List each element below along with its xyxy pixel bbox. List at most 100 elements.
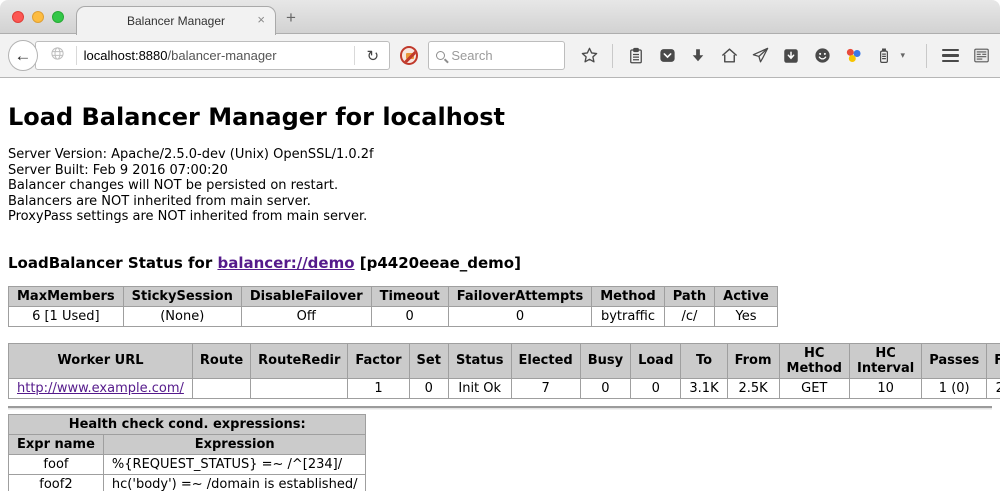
expression-cell: %{REQUEST_STATUS} =~ /^[234]/ bbox=[103, 454, 366, 474]
worker-row: http://www.example.com/ 1 0 Init Ok 7 0 … bbox=[9, 378, 1000, 398]
reading-list-icon[interactable] bbox=[625, 44, 647, 68]
page-content: Load Balancer Manager for localhost Serv… bbox=[0, 78, 1000, 491]
new-tab-button[interactable]: + bbox=[286, 8, 296, 28]
column-header: HC Method bbox=[779, 343, 849, 378]
health-table-caption: Health check cond. expressions: bbox=[9, 414, 366, 434]
table-row: foof %{REQUEST_STATUS} =~ /^[234]/ bbox=[9, 454, 366, 474]
zoom-window-button[interactable] bbox=[52, 11, 64, 23]
reload-icon[interactable]: ↻ bbox=[362, 47, 383, 65]
expression-cell: hc('body') =~ /domain is established/ bbox=[103, 474, 366, 491]
balancer-settings-table: MaxMembers StickySession DisableFailover… bbox=[8, 286, 778, 327]
downloads-icon[interactable] bbox=[687, 44, 709, 68]
column-header: MaxMembers bbox=[9, 286, 124, 306]
navigation-toolbar: ← localhost:8880/balancer-manager ↻ bbox=[0, 34, 1000, 78]
maxmembers-cell: 6 [1 Used] bbox=[9, 306, 124, 326]
failoverattempts-cell: 0 bbox=[448, 306, 592, 326]
status-heading-suffix: [p4420eeae_demo] bbox=[355, 254, 521, 272]
bookmark-star-icon[interactable] bbox=[578, 44, 600, 68]
load-cell: 0 bbox=[631, 378, 681, 398]
column-header: DisableFailover bbox=[241, 286, 371, 306]
tab-balancer-manager[interactable]: Balancer Manager × bbox=[76, 6, 276, 35]
column-header: Expr name bbox=[9, 434, 104, 454]
column-header: Busy bbox=[580, 343, 630, 378]
search-bar[interactable] bbox=[428, 41, 565, 70]
table-header-row: Expr name Expression bbox=[9, 434, 366, 454]
table-header-row: MaxMembers StickySession DisableFailover… bbox=[9, 286, 778, 306]
from-cell: 2.5K bbox=[727, 378, 779, 398]
column-header: Passes bbox=[922, 343, 987, 378]
column-header: FailoverAttempts bbox=[448, 286, 592, 306]
url-domain: localhost:8880 bbox=[84, 48, 168, 63]
balancer-demo-link[interactable]: balancer://demo bbox=[217, 254, 354, 272]
back-button[interactable]: ← bbox=[8, 40, 38, 71]
column-header: To bbox=[681, 343, 727, 378]
disablefailover-cell: Off bbox=[241, 306, 371, 326]
busy-cell: 0 bbox=[580, 378, 630, 398]
column-header: HC Interval bbox=[849, 343, 921, 378]
chat-smiley-icon[interactable] bbox=[811, 44, 833, 68]
timeout-cell: 0 bbox=[371, 306, 448, 326]
menu-hamburger-icon[interactable] bbox=[939, 44, 961, 68]
tab-bar: Balancer Manager × + bbox=[0, 0, 1000, 34]
toolbar-divider bbox=[926, 44, 927, 68]
column-header: Worker URL bbox=[9, 343, 193, 378]
page-layout-extension-icon[interactable] bbox=[970, 44, 992, 68]
expr-name-cell: foof bbox=[9, 454, 104, 474]
passes-cell: 1 (0) bbox=[922, 378, 987, 398]
search-icon bbox=[436, 51, 445, 60]
column-header: Status bbox=[448, 343, 511, 378]
server-built-line: Server Built: Feb 9 2016 07:00:20 bbox=[8, 163, 992, 179]
column-header: Expression bbox=[103, 434, 366, 454]
to-cell: 3.1K bbox=[681, 378, 727, 398]
url-path: /balancer-manager bbox=[168, 48, 277, 63]
close-window-button[interactable] bbox=[12, 11, 24, 23]
loadbalancer-status-heading: LoadBalancer Status for balancer://demo … bbox=[8, 254, 992, 272]
table-row: foof2 hc('body') =~ /domain is establish… bbox=[9, 474, 366, 491]
search-input[interactable] bbox=[451, 48, 557, 63]
minimize-window-button[interactable] bbox=[32, 11, 44, 23]
globe-icon bbox=[50, 46, 65, 66]
send-plane-icon[interactable] bbox=[749, 44, 771, 68]
colored-dots-extension-icon[interactable] bbox=[842, 44, 864, 68]
window-controls bbox=[12, 11, 64, 23]
column-header: Set bbox=[409, 343, 448, 378]
status-heading-prefix: LoadBalancer Status for bbox=[8, 254, 217, 272]
inherit-notice-line: Balancers are NOT inherited from main se… bbox=[8, 194, 992, 210]
column-header: Fails bbox=[987, 343, 1000, 378]
toolbar-divider bbox=[612, 44, 613, 68]
server-info: Server Version: Apache/2.5.0-dev (Unix) … bbox=[8, 147, 992, 225]
active-cell: Yes bbox=[715, 306, 778, 326]
tab-title: Balancer Manager bbox=[127, 14, 225, 28]
column-header: Load bbox=[631, 343, 681, 378]
hc-method-cell: GET bbox=[779, 378, 849, 398]
hc-interval-cell: 10 bbox=[849, 378, 921, 398]
home-icon[interactable] bbox=[718, 44, 740, 68]
blocked-plugin-icon[interactable] bbox=[400, 46, 418, 65]
routeredir-cell bbox=[251, 378, 348, 398]
table-header-row: Worker URL Route RouteRedir Factor Set S… bbox=[9, 343, 1000, 378]
set-cell: 0 bbox=[409, 378, 448, 398]
column-header: Elected bbox=[511, 343, 580, 378]
close-tab-icon[interactable]: × bbox=[257, 13, 265, 27]
column-header: StickySession bbox=[123, 286, 241, 306]
column-header: From bbox=[727, 343, 779, 378]
url-text: localhost:8880/balancer-manager bbox=[84, 48, 348, 63]
fails-cell: 2 (0) bbox=[987, 378, 1000, 398]
worker-status-table: Worker URL Route RouteRedir Factor Set S… bbox=[8, 343, 1000, 399]
table-caption-row: Health check cond. expressions: bbox=[9, 414, 366, 434]
battery-extension-icon[interactable] bbox=[873, 44, 895, 68]
worker-url-link[interactable]: http://www.example.com/ bbox=[17, 381, 184, 396]
url-divider bbox=[354, 46, 355, 65]
page-title: Load Balancer Manager for localhost bbox=[8, 103, 992, 131]
section-divider bbox=[8, 406, 992, 408]
pocket-icon[interactable] bbox=[656, 44, 678, 68]
persist-notice-line: Balancer changes will NOT be persisted o… bbox=[8, 178, 992, 194]
browser-window: Balancer Manager × + ← localhost:8880/ba… bbox=[0, 0, 1000, 491]
save-to-device-icon[interactable] bbox=[780, 44, 802, 68]
stickysession-cell: (None) bbox=[123, 306, 241, 326]
toolbar-buttons: ▾ bbox=[578, 44, 992, 68]
factor-cell: 1 bbox=[348, 378, 409, 398]
chevron-down-icon[interactable]: ▾ bbox=[900, 50, 905, 61]
url-bar[interactable]: localhost:8880/balancer-manager ↻ bbox=[35, 41, 390, 70]
server-version-line: Server Version: Apache/2.5.0-dev (Unix) … bbox=[8, 147, 992, 163]
